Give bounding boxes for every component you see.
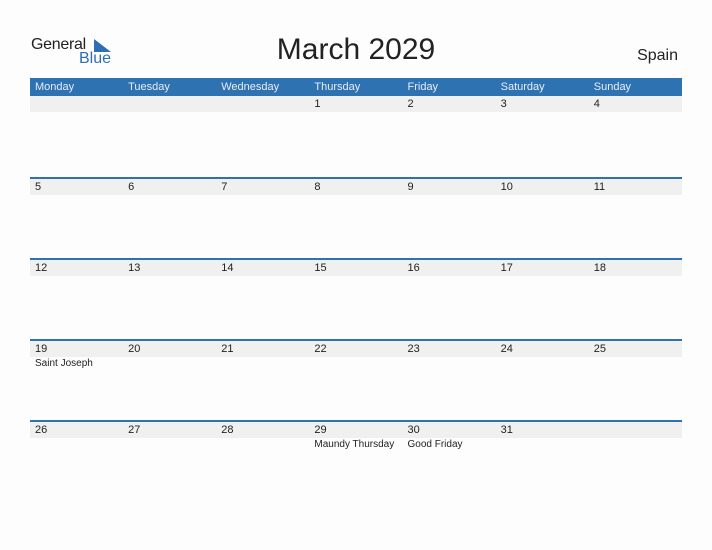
day-number (216, 96, 309, 112)
day-number: 17 (500, 262, 513, 274)
holiday-label (123, 438, 216, 452)
day-number: 10 (500, 181, 513, 193)
holiday-label (123, 357, 216, 371)
day-number (123, 96, 216, 112)
day-number: 6 (128, 181, 135, 193)
day-number: 26 (35, 424, 48, 436)
day-number: 14 (221, 262, 234, 274)
holiday-label (403, 357, 496, 371)
week-row: 1 2 3 4 (30, 94, 682, 112)
day-number: 5 (35, 181, 42, 193)
holiday-label: Good Friday (407, 439, 463, 450)
day-number: 20 (128, 343, 141, 355)
event-row: Maundy Thursday Good Friday (30, 438, 682, 452)
day-number: 19 (35, 343, 48, 355)
day-number: 29 (314, 424, 327, 436)
holiday-label: Maundy Thursday (314, 439, 395, 450)
week-row: 26 27 28 29 30 31 Maundy Thursday Good Friday (30, 420, 682, 452)
day-number: 21 (221, 343, 234, 355)
date-row: 19 20 21 22 23 24 25 (30, 341, 682, 357)
day-number: 16 (407, 262, 420, 274)
holiday-label (216, 438, 309, 452)
day-number: 1 (314, 98, 321, 110)
week-row: 12 13 14 15 16 17 18 (30, 258, 682, 276)
day-number: 8 (314, 181, 321, 193)
holiday-label (309, 357, 402, 371)
day-number: 2 (407, 98, 414, 110)
day-number (589, 422, 682, 438)
country-label: Spain (637, 47, 678, 64)
holiday-label (216, 357, 309, 371)
holiday-label (589, 438, 682, 452)
event-row: Saint Joseph (30, 357, 682, 371)
week-row: 19 20 21 22 23 24 25 Saint Joseph (30, 339, 682, 371)
holiday-label (589, 357, 682, 371)
holiday-label (496, 438, 589, 452)
date-row: 1 2 3 4 (30, 96, 682, 112)
day-number: 9 (407, 181, 414, 193)
day-number: 23 (407, 343, 420, 355)
calendar-title: March 2029 (276, 33, 436, 66)
day-number: 28 (221, 424, 234, 436)
day-number: 30 (407, 424, 420, 436)
day-number: 27 (128, 424, 141, 436)
day-number: 11 (593, 181, 606, 193)
day-number: 25 (593, 343, 606, 355)
date-row: 12 13 14 15 16 17 18 (30, 260, 682, 276)
day-number: 12 (35, 262, 48, 274)
day-number: 15 (314, 262, 327, 274)
date-row: 26 27 28 29 30 31 (30, 422, 682, 438)
date-row: 5 6 7 8 9 10 11 (30, 179, 682, 195)
day-number: 13 (128, 262, 141, 274)
holiday-label (496, 357, 589, 371)
holiday-label: Saint Joseph (35, 358, 93, 369)
day-number (30, 96, 123, 112)
day-number: 22 (314, 343, 327, 355)
day-number: 3 (500, 98, 507, 110)
day-number: 18 (593, 262, 606, 274)
day-number: 31 (500, 424, 513, 436)
day-number: 24 (500, 343, 513, 355)
day-number: 7 (221, 181, 228, 193)
day-number: 4 (593, 98, 600, 110)
week-row: 5 6 7 8 9 10 11 (30, 177, 682, 195)
holiday-label (30, 438, 123, 452)
